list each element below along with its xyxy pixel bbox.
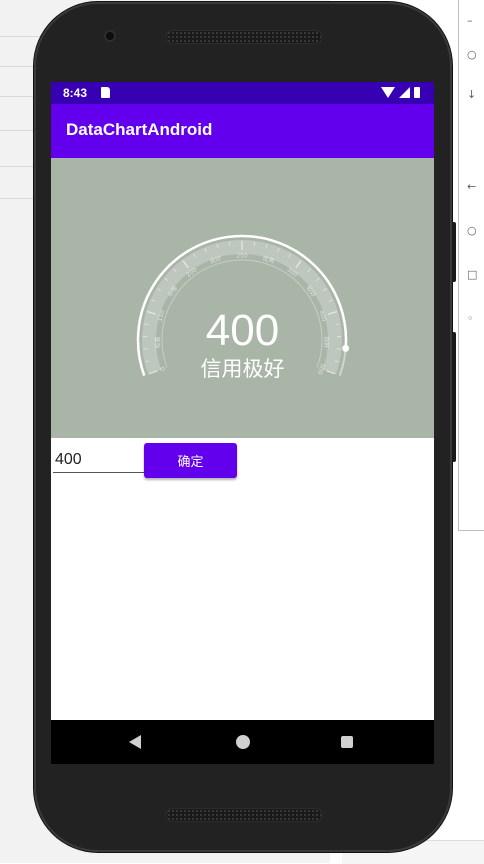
gauge-tick	[254, 242, 255, 246]
gauge-value: 400	[51, 306, 434, 356]
signal-icon	[399, 87, 410, 98]
gauge-tick	[229, 242, 230, 246]
gauge-tick-label: 250	[236, 253, 248, 260]
home-icon[interactable]	[236, 735, 250, 749]
app-title: DataChartAndroid	[66, 120, 212, 140]
status-bar: 8:43	[51, 82, 434, 104]
ide-side-panel: – ○ ↓ ← ○ □ ◦	[458, 0, 484, 531]
status-time: 8:43	[63, 86, 87, 100]
gauge-status: 信用极好	[51, 356, 434, 382]
confirm-button[interactable]: 确定	[144, 443, 237, 478]
bottom-speaker	[166, 808, 322, 822]
volume-button[interactable]	[452, 222, 456, 282]
navigation-bar	[51, 720, 434, 764]
recents-icon[interactable]	[341, 736, 353, 748]
power-button[interactable]	[452, 332, 456, 462]
status-icons	[381, 87, 420, 98]
phone-screen: 8:43 DataChartAndroid 0较差150中等200良好250优秀…	[51, 82, 434, 764]
sd-card-icon	[101, 87, 110, 98]
front-camera	[106, 32, 114, 40]
back-icon[interactable]	[129, 735, 141, 749]
input-row: 确定	[51, 438, 434, 498]
gauge-dial: 0较差150中等200良好250优秀300较好400极好500	[51, 158, 434, 438]
phone-frame: 8:43 DataChartAndroid 0较差150中等200良好250优秀…	[34, 2, 452, 852]
gauge-chart: 0较差150中等200良好250优秀300较好400极好500 400 信用极好	[51, 158, 434, 438]
top-speaker	[166, 30, 322, 44]
wifi-icon	[381, 87, 395, 98]
value-input[interactable]	[53, 448, 149, 473]
battery-icon	[414, 87, 420, 98]
app-bar: DataChartAndroid	[51, 104, 434, 158]
